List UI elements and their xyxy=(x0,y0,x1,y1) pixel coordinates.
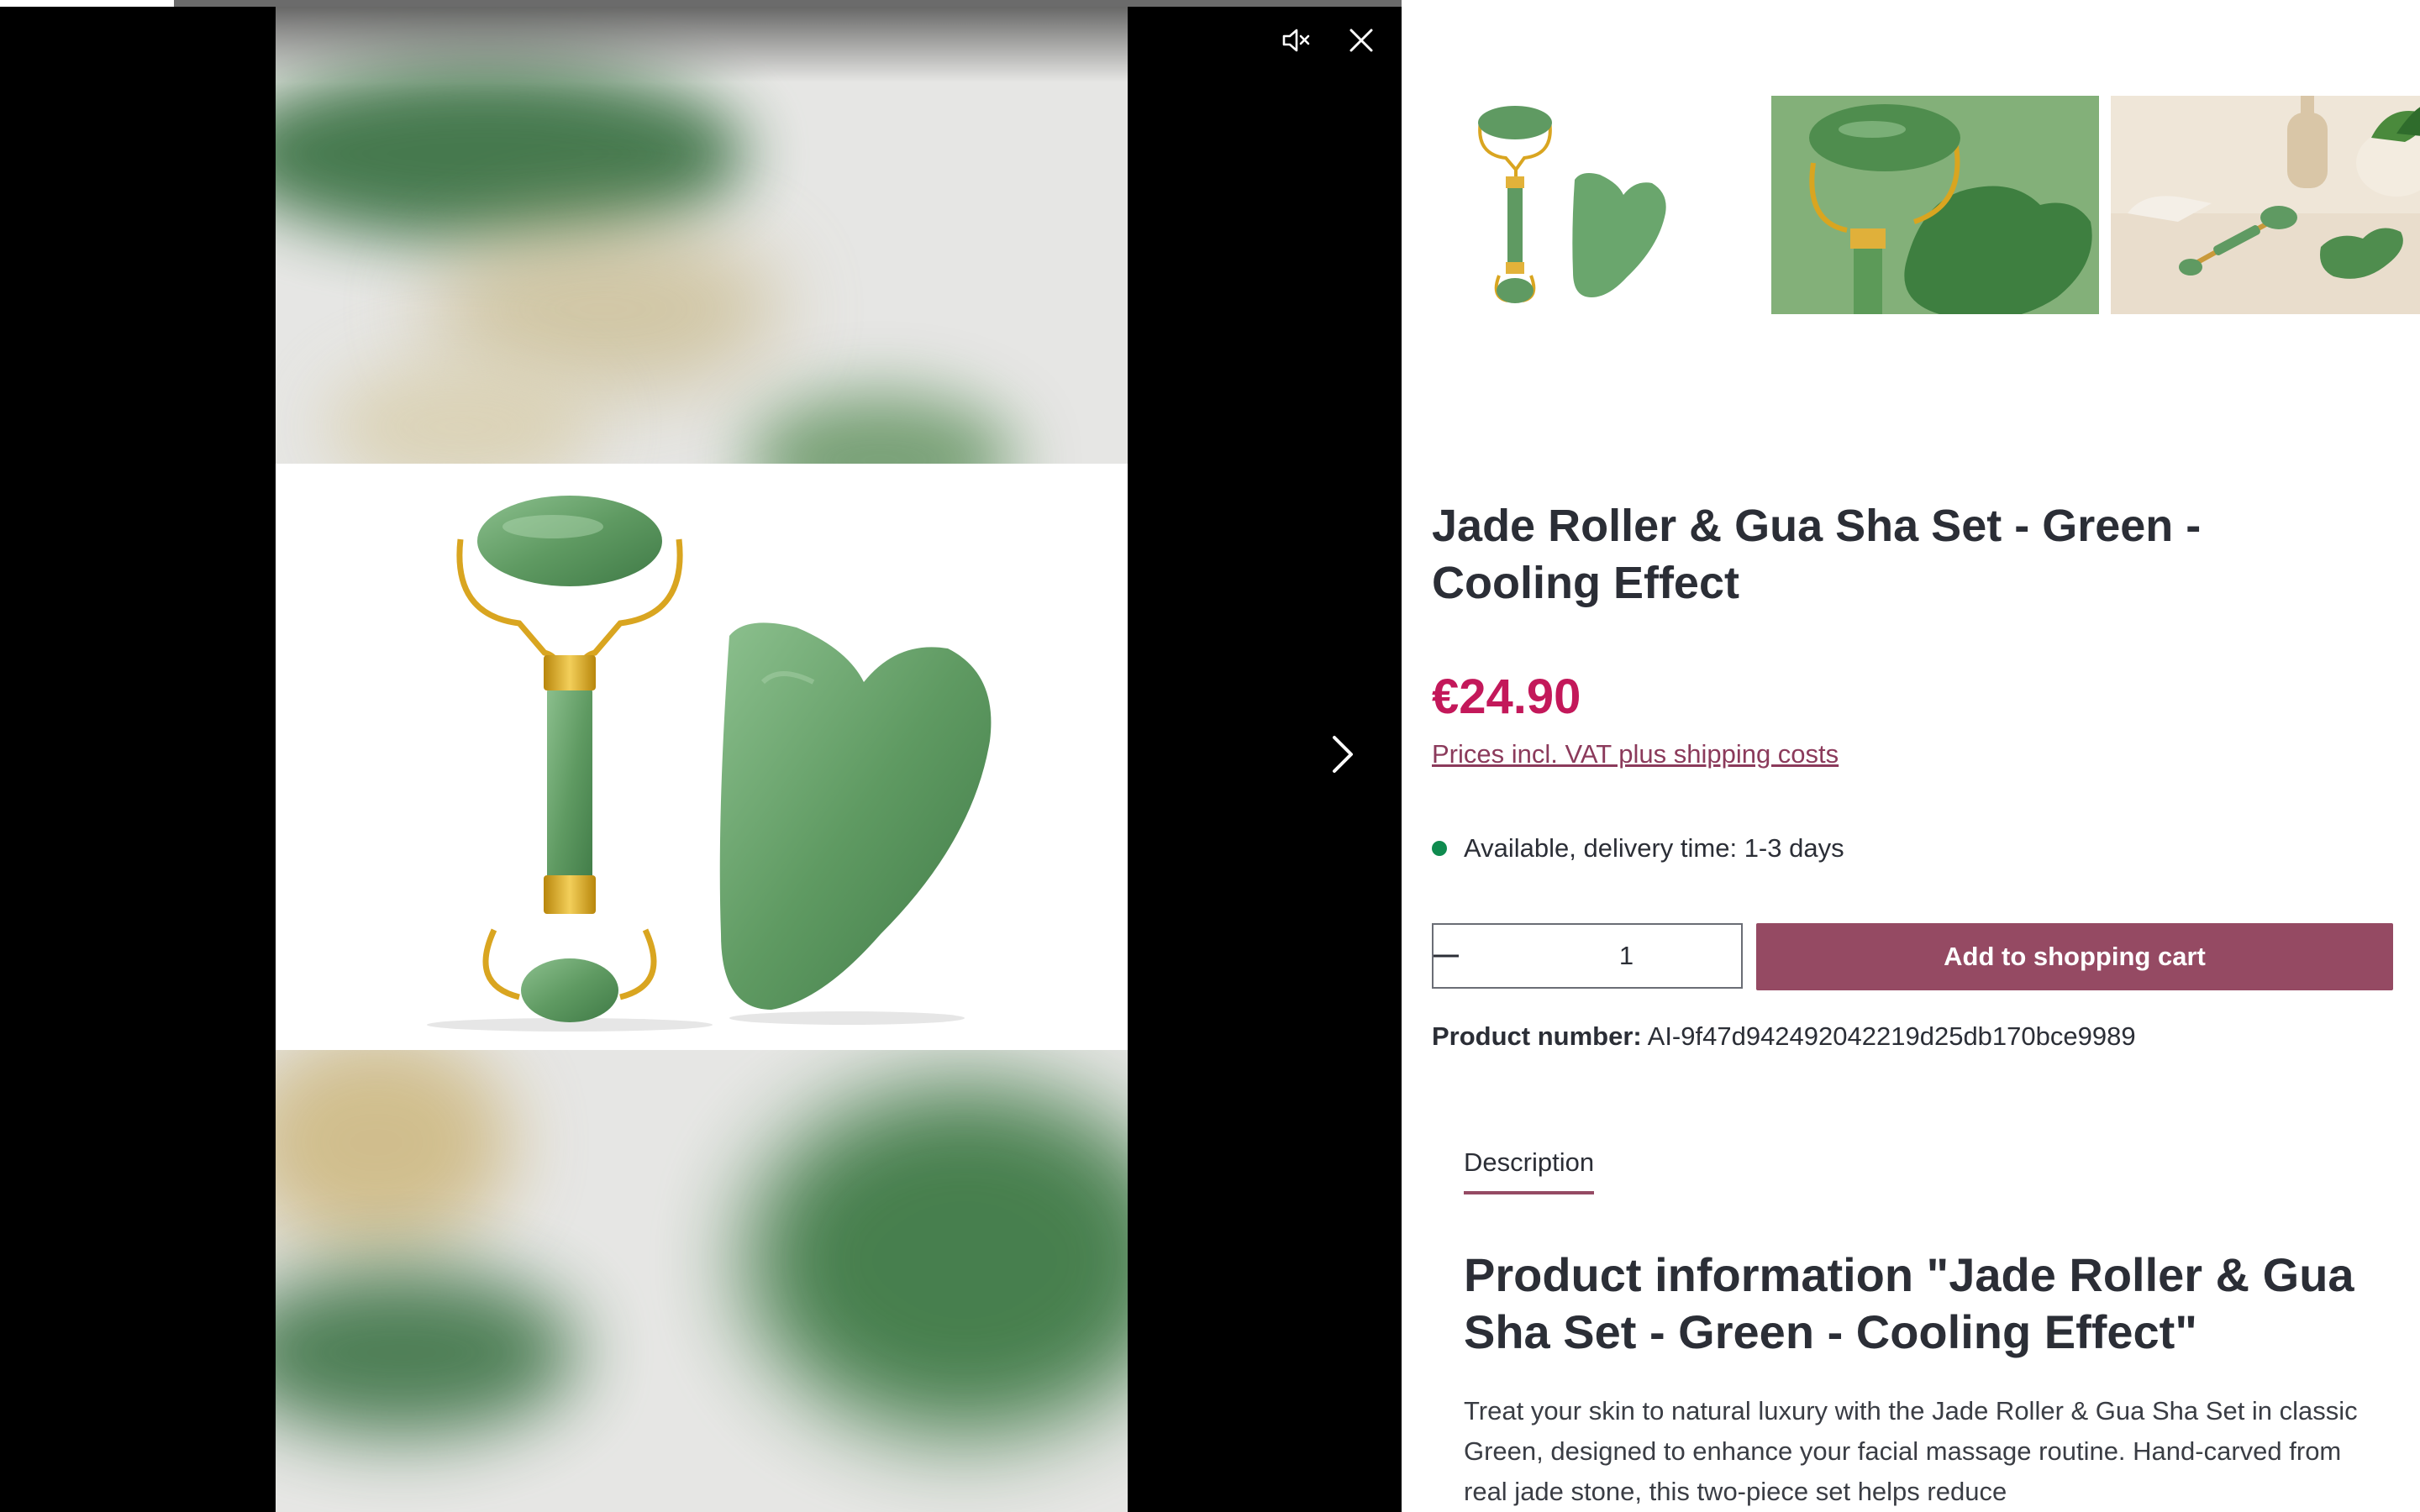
minus-icon[interactable] xyxy=(1434,925,1459,987)
blurred-background-bottom xyxy=(276,1050,1128,1512)
product-title: Jade Roller & Gua Sha Set - Green - Cool… xyxy=(1432,501,2202,608)
description-heading: Product information "Jade Roller & Gua S… xyxy=(1464,1248,2354,1358)
description-text: Treat your skin to natural luxury with t… xyxy=(1464,1396,2358,1506)
thumbnail-1[interactable] xyxy=(1432,96,1760,314)
availability-text: Available, delivery time: 1-3 days xyxy=(1464,833,1844,863)
story-progress-track xyxy=(0,0,1402,7)
product-number: Product number: AI-9f47d942492042219d25d… xyxy=(1432,1021,2136,1052)
story-media[interactable] xyxy=(276,7,1128,1512)
add-to-cart-button[interactable]: Add to shopping cart xyxy=(1756,923,2393,990)
product-price: €24.90 xyxy=(1432,669,1581,724)
quantity-input[interactable] xyxy=(1459,925,1794,987)
tab-description[interactable]: Description xyxy=(1464,1147,1595,1194)
media-viewer xyxy=(0,0,1402,1512)
chevron-right-icon[interactable] xyxy=(1318,727,1368,781)
product-number-value: AI-9f47d942492042219d25db170bce9989 xyxy=(1647,1021,2136,1051)
thumbnail-2[interactable] xyxy=(1771,96,2099,314)
jade-roller-and-gua-sha-illustration xyxy=(427,496,992,1032)
story-progress-fill xyxy=(0,0,174,7)
product-details-panel: Jade Roller & Gua Sha Set - Green - Cool… xyxy=(1402,0,2420,1512)
top-gradient-overlay xyxy=(276,7,1128,82)
quantity-stepper xyxy=(1432,923,1819,989)
product-image xyxy=(276,464,1128,1050)
availability-status: Available, delivery time: 1-3 days xyxy=(1432,833,1844,864)
close-icon[interactable] xyxy=(1341,22,1381,59)
volume-muted-icon[interactable] xyxy=(1274,24,1318,57)
availability-dot-icon xyxy=(1432,841,1447,856)
vat-shipping-link[interactable]: Prices incl. VAT plus shipping costs xyxy=(1432,739,1839,769)
product-number-label: Product number: xyxy=(1432,1021,1642,1051)
thumbnail-3[interactable] xyxy=(2111,96,2420,314)
